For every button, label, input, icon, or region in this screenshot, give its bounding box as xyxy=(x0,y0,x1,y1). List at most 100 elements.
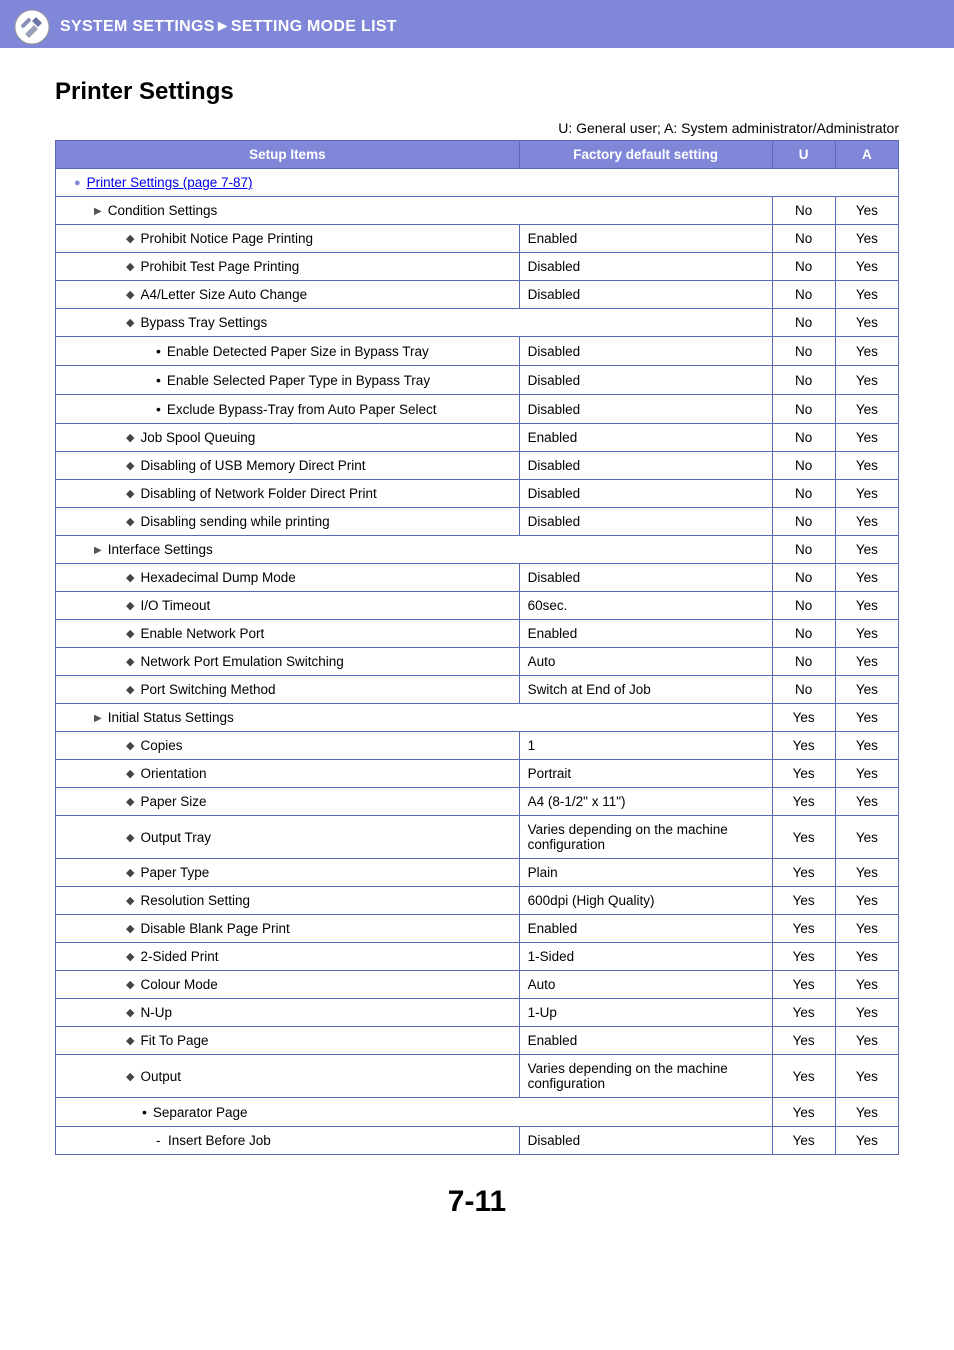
table-row: Copies1YesYes xyxy=(56,732,899,760)
table-row: A4/Letter Size Auto ChangeDisabledNoYes xyxy=(56,281,899,309)
item-label: N-Up xyxy=(140,1005,172,1020)
item-label: A4/Letter Size Auto Change xyxy=(140,287,307,302)
cell-factory: 1-Up xyxy=(519,999,772,1027)
cell-u: No xyxy=(772,225,835,253)
group-row: Initial Status Settings Yes Yes xyxy=(56,704,899,732)
table-row: Paper SizeA4 (8-1/2" x 11")YesYes xyxy=(56,788,899,816)
cell-u: No xyxy=(772,197,835,225)
cell-u: No xyxy=(772,564,835,592)
table-row: OutputVaries depending on the machine co… xyxy=(56,1055,899,1098)
table-row: 2-Sided Print1-SidedYesYes xyxy=(56,943,899,971)
cell-u: Yes xyxy=(772,760,835,788)
cell-factory: 600dpi (High Quality) xyxy=(519,887,772,915)
table-row: Job Spool QueuingEnabledNoYes xyxy=(56,424,899,452)
cell-a: Yes xyxy=(835,508,898,536)
breadcrumb-bar: SYSTEM SETTINGS►SETTING MODE LIST xyxy=(0,0,954,48)
cell-u: Yes xyxy=(772,704,835,732)
table-row: Resolution Setting600dpi (High Quality)Y… xyxy=(56,887,899,915)
cell-factory: 1 xyxy=(519,732,772,760)
cell-u: No xyxy=(772,480,835,508)
cell-u: Yes xyxy=(772,971,835,999)
section-link-row: Printer Settings (page 7-87) xyxy=(56,169,899,197)
cell-a: Yes xyxy=(835,704,898,732)
cell-a: Yes xyxy=(835,225,898,253)
cell-a: Yes xyxy=(835,788,898,816)
item-label: Exclude Bypass-Tray from Auto Paper Sele… xyxy=(167,402,437,417)
item-label: Hexadecimal Dump Mode xyxy=(140,570,295,585)
item-label: Network Port Emulation Switching xyxy=(140,654,343,669)
cell-factory: Auto xyxy=(519,971,772,999)
legend-text: U: General user; A: System administrator… xyxy=(55,120,899,136)
cell-a: Yes xyxy=(835,887,898,915)
item-label: Prohibit Notice Page Printing xyxy=(140,231,313,246)
item-label: Fit To Page xyxy=(140,1033,208,1048)
table-row: Paper TypePlainYesYes xyxy=(56,859,899,887)
cell-u: Yes xyxy=(772,1127,835,1155)
table-row: Output TrayVaries depending on the machi… xyxy=(56,816,899,859)
cell-u: No xyxy=(772,309,835,337)
cell-u: Yes xyxy=(772,1027,835,1055)
cell-factory: Auto xyxy=(519,648,772,676)
cell-factory: Disabled xyxy=(519,281,772,309)
item-label: Enable Network Port xyxy=(140,626,264,641)
item-label: 2-Sided Print xyxy=(140,949,218,964)
cell-a: Yes xyxy=(835,452,898,480)
table-row: Disabling of USB Memory Direct PrintDisa… xyxy=(56,452,899,480)
cell-factory: Disabled xyxy=(519,564,772,592)
cell-u: No xyxy=(772,620,835,648)
table-row: Enable Selected Paper Type in Bypass Tra… xyxy=(56,366,899,395)
item-label: Disable Blank Page Print xyxy=(140,921,289,936)
cell-factory: A4 (8-1/2" x 11") xyxy=(519,788,772,816)
cell-a: Yes xyxy=(835,424,898,452)
group-row: Condition Settings No Yes xyxy=(56,197,899,225)
item-label: Output xyxy=(140,1069,181,1084)
cell-factory: Disabled xyxy=(519,508,772,536)
cell-a: Yes xyxy=(835,620,898,648)
settings-table: Setup Items Factory default setting U A … xyxy=(55,140,899,1155)
item-label: Job Spool Queuing xyxy=(140,430,255,445)
item-label: Disabling of USB Memory Direct Print xyxy=(140,458,365,473)
cell-u: Yes xyxy=(772,732,835,760)
table-row: Separator PageYesYes xyxy=(56,1098,899,1127)
cell-a: Yes xyxy=(835,915,898,943)
item-label: I/O Timeout xyxy=(140,598,210,613)
cell-factory: Disabled xyxy=(519,1127,772,1155)
cell-a: Yes xyxy=(835,971,898,999)
cell-a: Yes xyxy=(835,1098,898,1127)
cell-a: Yes xyxy=(835,337,898,366)
tools-icon xyxy=(8,7,56,47)
item-label: Prohibit Test Page Printing xyxy=(140,259,299,274)
cell-a: Yes xyxy=(835,309,898,337)
item-label: Copies xyxy=(140,738,182,753)
cell-factory: Switch at End of Job xyxy=(519,676,772,704)
item-label: Enable Detected Paper Size in Bypass Tra… xyxy=(167,344,429,359)
cell-a: Yes xyxy=(835,536,898,564)
cell-a: Yes xyxy=(835,253,898,281)
cell-u: Yes xyxy=(772,1098,835,1127)
table-row: I/O Timeout60sec.NoYes xyxy=(56,592,899,620)
item-label: Output Tray xyxy=(140,830,211,845)
cell-u: Yes xyxy=(772,999,835,1027)
cell-u: No xyxy=(772,508,835,536)
cell-u: No xyxy=(772,424,835,452)
cell-u: Yes xyxy=(772,1055,835,1098)
table-row: Hexadecimal Dump ModeDisabledNoYes xyxy=(56,564,899,592)
cell-a: Yes xyxy=(835,1127,898,1155)
cell-a: Yes xyxy=(835,943,898,971)
cell-factory: Portrait xyxy=(519,760,772,788)
item-label: Insert Before Job xyxy=(168,1133,271,1148)
cell-u: Yes xyxy=(772,859,835,887)
cell-factory: Enabled xyxy=(519,225,772,253)
printer-settings-link[interactable]: Printer Settings (page 7-87) xyxy=(87,175,253,190)
item-label: Paper Type xyxy=(140,865,209,880)
cell-u: No xyxy=(772,536,835,564)
cell-u: No xyxy=(772,676,835,704)
cell-factory: 60sec. xyxy=(519,592,772,620)
table-row: Colour ModeAutoYesYes xyxy=(56,971,899,999)
group-label: Initial Status Settings xyxy=(108,710,234,725)
table-row: Disabling of Network Folder Direct Print… xyxy=(56,480,899,508)
cell-factory: Disabled xyxy=(519,337,772,366)
cell-u: Yes xyxy=(772,943,835,971)
item-label: Port Switching Method xyxy=(140,682,275,697)
table-row: Disabling sending while printingDisabled… xyxy=(56,508,899,536)
